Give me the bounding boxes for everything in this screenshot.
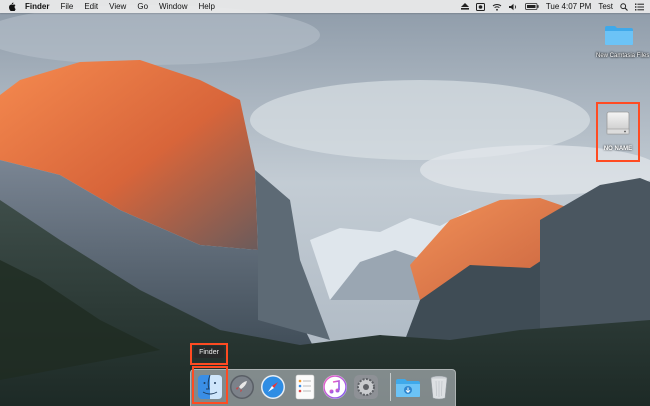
menu-help[interactable]: Help: [198, 2, 214, 11]
safari-compass-icon: [261, 375, 285, 399]
dock-itunes[interactable]: [321, 373, 349, 401]
menu-edit[interactable]: Edit: [84, 2, 98, 11]
apple-menu-icon[interactable]: [8, 2, 17, 11]
external-drive-icon: [606, 111, 630, 135]
dock-trash[interactable]: [425, 373, 453, 401]
menu-bar: Finder File Edit View Go Window Help Tue…: [0, 0, 650, 13]
menu-clock[interactable]: Tue 4:07 PM: [546, 2, 592, 11]
dock-downloads[interactable]: [394, 373, 422, 401]
dock-launchpad[interactable]: [228, 373, 256, 401]
dock-safari[interactable]: [259, 373, 287, 401]
menu-view[interactable]: View: [109, 2, 126, 11]
folder-icon: [605, 26, 633, 45]
volume-icon[interactable]: [508, 3, 518, 11]
menu-user[interactable]: Test: [598, 2, 613, 11]
menu-bar-status: Tue 4:07 PM Test: [454, 2, 650, 11]
desktop-drive-no-name[interactable]: NO NAME: [596, 102, 640, 162]
menu-bar-left: Finder File Edit View Go Window Help: [0, 2, 226, 11]
notification-center-icon[interactable]: [635, 3, 644, 11]
trash-icon: [430, 375, 448, 400]
dock-reminders[interactable]: [291, 373, 319, 401]
dock-separator: [390, 373, 391, 401]
dock-system-preferences[interactable]: [352, 373, 380, 401]
finder-dock-highlight: [192, 366, 228, 404]
menu-window[interactable]: Window: [159, 2, 187, 11]
menu-go[interactable]: Go: [137, 2, 148, 11]
desktop-drive-label: NO NAME: [603, 146, 633, 152]
itunes-music-icon: [323, 375, 347, 399]
menu-finder[interactable]: Finder: [25, 2, 49, 11]
battery-icon[interactable]: [524, 3, 539, 10]
desktop-wallpaper: [0, 0, 650, 406]
desktop-folder[interactable]: New Camtasia Files: [596, 24, 650, 59]
system-preferences-gear-icon: [354, 375, 378, 399]
downloads-folder-icon: [396, 379, 420, 397]
reminders-icon: [295, 374, 315, 400]
camtasia-recorder-icon[interactable]: [475, 2, 485, 11]
launchpad-rocket-icon: [230, 375, 254, 399]
eject-icon[interactable]: [460, 3, 469, 10]
spotlight-search-icon[interactable]: [620, 2, 628, 11]
desktop-folder-label: New Camtasia Files: [596, 53, 650, 59]
menu-file[interactable]: File: [60, 2, 73, 11]
wifi-icon[interactable]: [492, 3, 502, 11]
dock-tooltip: Finder: [194, 346, 224, 358]
